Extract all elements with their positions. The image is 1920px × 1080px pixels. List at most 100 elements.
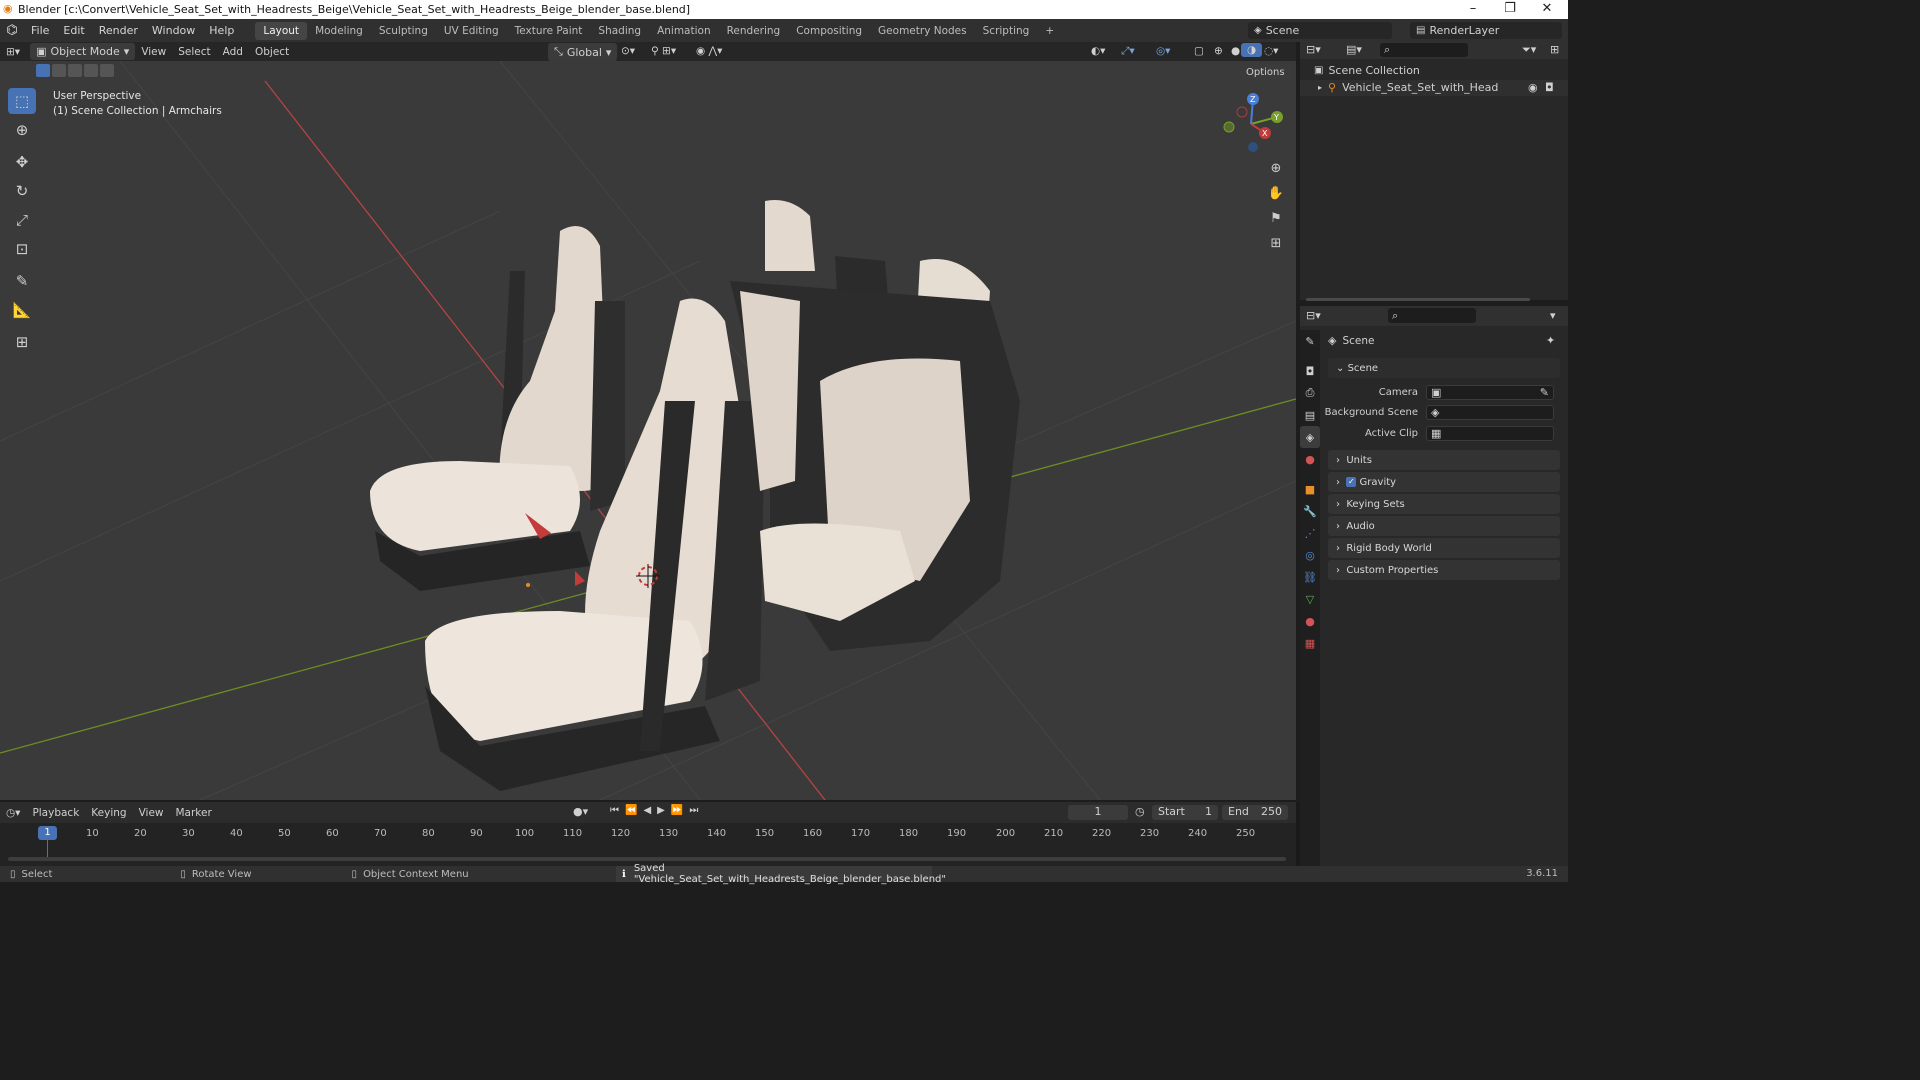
object-tab-icon[interactable]: ■ [1300, 478, 1320, 500]
menu-file[interactable]: File [24, 24, 56, 37]
menu-edit[interactable]: Edit [56, 24, 91, 37]
gravity-panel[interactable]: › ✓ Gravity [1328, 472, 1560, 492]
camera-view-icon[interactable]: ⚑ [1265, 207, 1287, 229]
xray-icon[interactable]: ▢ [1188, 44, 1210, 58]
outliner-scrollbar[interactable] [1306, 298, 1530, 301]
menu-add[interactable]: Add [217, 45, 249, 59]
seat-back-left[interactable] [370, 226, 625, 591]
expand-arrow-icon[interactable]: ▸ [1318, 83, 1322, 92]
menu-render[interactable]: Render [92, 24, 145, 37]
menu-window[interactable]: Window [145, 24, 202, 37]
measure-icon[interactable]: 📐 [8, 297, 36, 323]
custom-properties-panel[interactable]: › Custom Properties [1328, 560, 1560, 580]
menu-marker[interactable]: Marker [170, 806, 218, 820]
perspective-grid-icon[interactable]: ⊞ [1265, 232, 1287, 254]
jump-end-icon[interactable]: ⏭ [689, 805, 698, 816]
minimize-button[interactable]: – [1454, 0, 1492, 19]
seat-rear-bench[interactable] [730, 200, 1020, 651]
background-scene-field[interactable]: ◈ [1426, 405, 1554, 420]
tab-uv-editing[interactable]: UV Editing [436, 22, 507, 40]
outliner-item[interactable]: ▸ ⚲ Vehicle_Seat_Set_with_Headrests_Beig… [1318, 81, 1498, 94]
gizmo-toggle-icon[interactable]: ⤢▾ [1115, 44, 1141, 59]
menu-playback[interactable]: Playback [26, 806, 85, 820]
tab-rendering[interactable]: Rendering [719, 22, 789, 40]
visibility-icon[interactable]: ◐▾ [1085, 44, 1111, 58]
pivot-icon[interactable]: ⊙▾ [615, 44, 641, 58]
outliner-root[interactable]: ▣ Scene Collection [1314, 64, 1420, 77]
select-intersect-icon[interactable] [100, 64, 114, 77]
rigid-body-world-panel[interactable]: › Rigid Body World [1328, 538, 1560, 558]
end-frame-field[interactable]: End 250 [1222, 805, 1288, 820]
new-collection-icon[interactable]: ⊞ [1550, 43, 1559, 56]
menu-select[interactable]: Select [172, 45, 216, 59]
orientation-dropdown[interactable]: ⤡ Global ▾ [548, 43, 618, 61]
prev-keyframe-icon[interactable]: ⏪ [625, 805, 637, 816]
particles-tab-icon[interactable]: ⋰ [1300, 522, 1320, 544]
view-layer-selector[interactable]: ▤ RenderLayer [1410, 22, 1562, 39]
world-tab-icon[interactable]: ● [1300, 448, 1320, 470]
visibility-eye-icon[interactable]: ◉ [1528, 81, 1538, 94]
tab-layout[interactable]: Layout [255, 21, 308, 40]
texture-tab-icon[interactable]: ▦ [1300, 632, 1320, 654]
proportional-edit-icon[interactable]: ◉ ⋀▾ [690, 44, 728, 58]
render-tab-icon[interactable]: ◘ [1300, 360, 1320, 382]
active-clip-field[interactable]: ▦ [1426, 426, 1554, 441]
scale-icon[interactable]: ⤢ [8, 207, 36, 233]
render-camera-icon[interactable]: ◘ [1545, 81, 1554, 94]
camera-field[interactable]: ▣ ✎ [1426, 385, 1554, 400]
tab-texture-paint[interactable]: Texture Paint [507, 22, 591, 40]
move-icon[interactable]: ✥ [8, 149, 36, 175]
physics-tab-icon[interactable]: ◎ [1300, 544, 1320, 566]
menu-view[interactable]: View [135, 45, 172, 59]
rotate-icon[interactable]: ↻ [8, 178, 36, 204]
scene-section-header[interactable]: ⌄ Scene [1328, 358, 1560, 378]
current-frame-indicator[interactable]: 1 [38, 826, 57, 840]
tab-animation[interactable]: Animation [649, 22, 719, 40]
rendered-shading-icon[interactable]: ◌▾ [1258, 44, 1284, 58]
snap-icon[interactable]: ⚲ ⊞▾ [645, 44, 682, 58]
close-button[interactable]: ✕ [1528, 0, 1566, 19]
timeline-editor-icon[interactable]: ◷▾ [0, 806, 26, 820]
tab-shading[interactable]: Shading [590, 22, 649, 40]
outliner-search-input[interactable] [1380, 43, 1468, 57]
menu-timeline-view[interactable]: View [133, 806, 170, 820]
editor-type-icon[interactable]: ⊞▾ [0, 45, 26, 59]
options-button[interactable]: Options [1240, 65, 1291, 80]
outliner-editor-icon[interactable]: ⊟▾ [1306, 43, 1321, 56]
material-tab-icon[interactable]: ● [1300, 610, 1320, 632]
pin-icon[interactable]: ✦ [1546, 334, 1555, 347]
select-invert-icon[interactable] [84, 64, 98, 77]
navigation-gizmo[interactable]: Z Y X [1215, 89, 1290, 159]
units-panel[interactable]: › Units [1328, 450, 1560, 470]
start-frame-field[interactable]: Start 1 [1152, 805, 1218, 820]
current-frame-field[interactable]: 1 [1068, 805, 1128, 820]
tab-sculpting[interactable]: Sculpting [371, 22, 436, 40]
scene-selector[interactable]: ◈ Scene [1248, 22, 1392, 39]
next-keyframe-icon[interactable]: ⏩ [671, 805, 683, 816]
modifier-tab-icon[interactable]: 🔧 [1300, 500, 1320, 522]
maximize-button[interactable]: ❐ [1491, 0, 1529, 19]
pan-hand-icon[interactable]: ✋ [1265, 182, 1287, 204]
tab-compositing[interactable]: Compositing [788, 22, 870, 40]
audio-panel[interactable]: › Audio [1328, 516, 1560, 536]
keying-sets-panel[interactable]: › Keying Sets [1328, 494, 1560, 514]
zoom-icon[interactable]: ⊕ [1265, 157, 1287, 179]
jump-start-icon[interactable]: ⏮ [610, 805, 619, 816]
menu-object[interactable]: Object [249, 45, 295, 59]
mode-dropdown[interactable]: ▣ Object Mode ▾ [30, 43, 136, 60]
tab-modeling[interactable]: Modeling [307, 22, 371, 40]
play-icon[interactable]: ▶ [657, 805, 665, 816]
tab-geometry-nodes[interactable]: Geometry Nodes [870, 22, 975, 40]
select-subtract-icon[interactable] [68, 64, 82, 77]
play-reverse-icon[interactable]: ◀ [643, 805, 651, 816]
3d-viewport[interactable]: User Perspective (1) Scene Collection | … [0, 61, 1296, 800]
constraints-tab-icon[interactable]: ⛓ [1300, 566, 1320, 588]
tool-tab-icon[interactable]: ✎ [1300, 330, 1320, 352]
display-mode-icon[interactable]: ▤▾ [1346, 43, 1362, 56]
data-tab-icon[interactable]: ▽ [1300, 588, 1320, 610]
timeline-scrollbar[interactable] [8, 857, 1286, 861]
chevron-down-icon[interactable]: ▾ [1550, 309, 1556, 322]
select-new-icon[interactable] [36, 64, 50, 77]
tab-scripting[interactable]: Scripting [975, 22, 1038, 40]
select-extend-icon[interactable] [52, 64, 66, 77]
